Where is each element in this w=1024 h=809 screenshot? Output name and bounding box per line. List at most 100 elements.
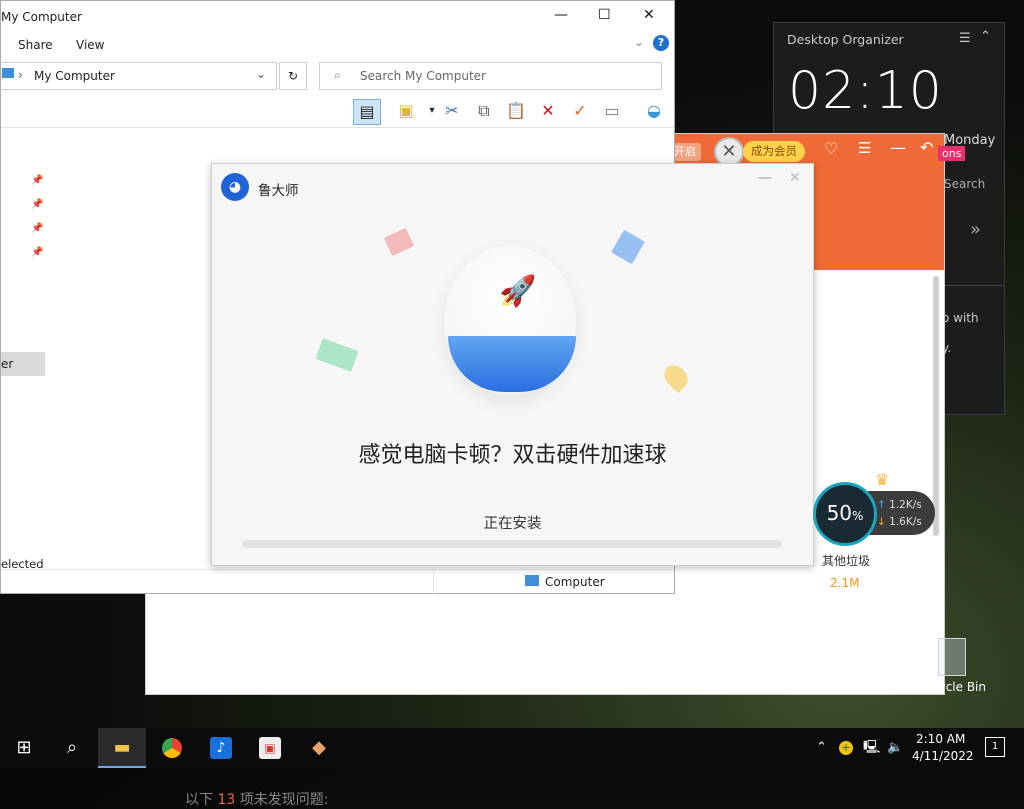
volume-icon[interactable]: 🔈 bbox=[887, 728, 903, 768]
ribbon-tab-view[interactable]: View bbox=[76, 38, 104, 52]
taskbar-time[interactable]: 2:10 AM bbox=[916, 732, 965, 746]
other-junk-label: 其他垃圾 bbox=[822, 554, 871, 568]
promo-badge: ons bbox=[938, 146, 966, 161]
installer-app-name: 鲁大师 bbox=[258, 183, 299, 199]
search-icon[interactable]: ⌕ bbox=[48, 728, 96, 768]
minimize-icon[interactable]: — bbox=[758, 170, 772, 186]
minimize-icon[interactable]: — bbox=[554, 7, 568, 23]
decor-card-icon bbox=[383, 227, 415, 257]
start-windows-icon[interactable]: ⊞ bbox=[0, 728, 48, 768]
installer-status: 正在安装 bbox=[483, 516, 542, 532]
properties-icon[interactable]: ▣ bbox=[393, 99, 419, 123]
installer-dialog: ◕ 鲁大师 — ✕ 🚀 感觉电脑卡顿？双击硬件加速球 正在安装 bbox=[211, 163, 814, 566]
pane-icon[interactable]: ▤ bbox=[353, 99, 381, 125]
status-selected: elected bbox=[1, 557, 44, 571]
speed-percent: 50 bbox=[826, 501, 853, 525]
installer-taskbar-icon[interactable]: ▣ bbox=[246, 728, 294, 768]
shell-icon[interactable]: ◒ bbox=[641, 99, 667, 123]
download-value: 1.6K/s bbox=[889, 516, 922, 528]
issues-summary: 以下 13 项未发现问题: bbox=[185, 789, 328, 809]
search-box[interactable]: ⌕ Search My Computer bbox=[319, 62, 662, 90]
taskbar-date[interactable]: 4/11/2022 bbox=[912, 749, 974, 763]
chevron-down-icon[interactable]: ⌄ bbox=[256, 67, 266, 81]
rename-icon[interactable]: ✓ bbox=[567, 99, 593, 123]
crown-icon: ♛ bbox=[875, 470, 890, 489]
network-icon[interactable]: 🖳 bbox=[863, 728, 880, 768]
decor-folder-icon bbox=[611, 229, 645, 265]
delete-icon[interactable]: ✕ bbox=[535, 99, 561, 123]
ribbon-tabs: Share View ⌄ ? bbox=[1, 31, 674, 55]
issues-suffix: 项未发现问题: bbox=[239, 792, 329, 808]
close-icon[interactable]: ✕ bbox=[643, 7, 655, 23]
address-bar[interactable]: › My Computer ⌄ bbox=[0, 62, 277, 90]
organizer-hint-line1: o with bbox=[942, 311, 979, 325]
orb-wave bbox=[448, 336, 576, 392]
taskbar: ⊞ ⌕ ▬ ♪ ▣ ◆ ⌃ + 🖳 🔈 2:10 AM 4/11/2022 1 bbox=[0, 728, 1024, 768]
search-input[interactable]: Search My Computer bbox=[360, 69, 486, 83]
status-bar: elected Computer bbox=[1, 557, 674, 594]
toolbar-divider bbox=[1, 127, 674, 128]
tray-app-icon[interactable]: + bbox=[839, 728, 853, 768]
refresh-button[interactable]: ↻ bbox=[279, 62, 307, 90]
computer-icon bbox=[2, 68, 14, 78]
back-icon[interactable]: ↶ bbox=[920, 138, 933, 157]
pin-icon[interactable]: 📌 bbox=[31, 175, 43, 186]
package-taskbar-icon[interactable]: ◆ bbox=[295, 728, 343, 768]
recycle-bin-label[interactable]: cycle Bin bbox=[932, 680, 986, 694]
issues-count: 13 bbox=[217, 792, 236, 808]
keyboard-icon[interactable]: ▭ bbox=[599, 99, 625, 123]
download-rate: ↓ 1.6K/s bbox=[877, 516, 922, 528]
organizer-search[interactable]: Search bbox=[944, 177, 985, 191]
speed-percent-sign: % bbox=[852, 509, 864, 523]
address-text: My Computer bbox=[34, 69, 115, 83]
status-computer: Computer bbox=[545, 575, 605, 589]
pin-icon[interactable]: 📌 bbox=[31, 223, 43, 234]
pin-icon[interactable]: 📌 bbox=[31, 247, 43, 258]
cut-icon[interactable]: ✂ bbox=[439, 99, 465, 123]
installer-headline: 感觉电脑卡顿？双击硬件加速球 bbox=[358, 443, 667, 468]
ribbon-tab-share[interactable]: Share bbox=[18, 38, 53, 52]
bin-body bbox=[938, 638, 966, 676]
explorer-toolbar: ▤ ▣ ▾ ✂ ⧉ 📋 ✕ ✓ ▭ ◒ bbox=[351, 97, 671, 127]
maximize-icon[interactable]: ☐ bbox=[598, 7, 611, 23]
status-divider bbox=[433, 570, 434, 594]
help-icon[interactable]: ? bbox=[653, 35, 669, 51]
chevron-up-icon[interactable]: ⌃ bbox=[816, 728, 827, 768]
menu-icon[interactable]: ☰ bbox=[959, 31, 971, 46]
search-icon: ⌕ bbox=[334, 68, 341, 82]
notification-icon[interactable]: 1 bbox=[985, 737, 1005, 757]
computer-icon bbox=[525, 575, 539, 586]
pin-icon[interactable]: 📌 bbox=[31, 199, 43, 210]
app-taskbar-icon[interactable]: ♪ bbox=[197, 728, 245, 768]
chevron-up-icon[interactable]: ⌃ bbox=[980, 29, 991, 44]
arrow-down-icon: ↓ bbox=[877, 516, 886, 528]
chevron-down-icon[interactable]: ⌄ bbox=[634, 35, 644, 49]
list-icon[interactable]: ☰ bbox=[858, 139, 871, 157]
minimize-icon[interactable]: — bbox=[890, 138, 906, 157]
breadcrumb-separator-icon: › bbox=[18, 68, 23, 82]
decor-chip-icon bbox=[315, 338, 359, 372]
speed-ball-circle: 50% bbox=[813, 482, 877, 546]
chevron-double-right-icon[interactable]: » bbox=[970, 219, 981, 240]
issues-prefix: 以下 bbox=[185, 792, 213, 808]
organizer-title: Desktop Organizer bbox=[787, 32, 904, 47]
navigation-pane: 📌 📌 📌 📌 bbox=[1, 128, 47, 568]
become-member-button[interactable]: 成为会员 bbox=[743, 141, 805, 162]
chrome-icon[interactable] bbox=[148, 728, 196, 768]
copy-icon[interactable]: ⧉ bbox=[471, 99, 497, 123]
nav-item-selected[interactable]: er bbox=[1, 352, 45, 376]
explorer-titlebar: My Computer — ☐ ✕ bbox=[1, 1, 674, 31]
hardware-speed-ball[interactable]: ♛ 50% ↑ 1.2K/s ↓ 1.6K/s bbox=[813, 470, 935, 546]
upload-rate: ↑ 1.2K/s bbox=[877, 499, 922, 511]
file-explorer-icon[interactable]: ▬ bbox=[98, 728, 146, 768]
heart-icon[interactable]: ♡ bbox=[824, 139, 838, 158]
paste-icon[interactable]: 📋 bbox=[503, 99, 529, 123]
other-junk-size: 2.1M bbox=[830, 576, 860, 590]
recycle-bin-icon[interactable] bbox=[930, 632, 970, 676]
app-logo-icon: ◕ bbox=[221, 173, 249, 201]
upload-value: 1.2K/s bbox=[889, 499, 922, 511]
nav-item-label: er bbox=[1, 357, 14, 371]
arrow-up-icon: ↑ bbox=[877, 499, 886, 511]
decor-pin-icon bbox=[659, 360, 693, 394]
close-icon[interactable]: ✕ bbox=[789, 170, 801, 186]
